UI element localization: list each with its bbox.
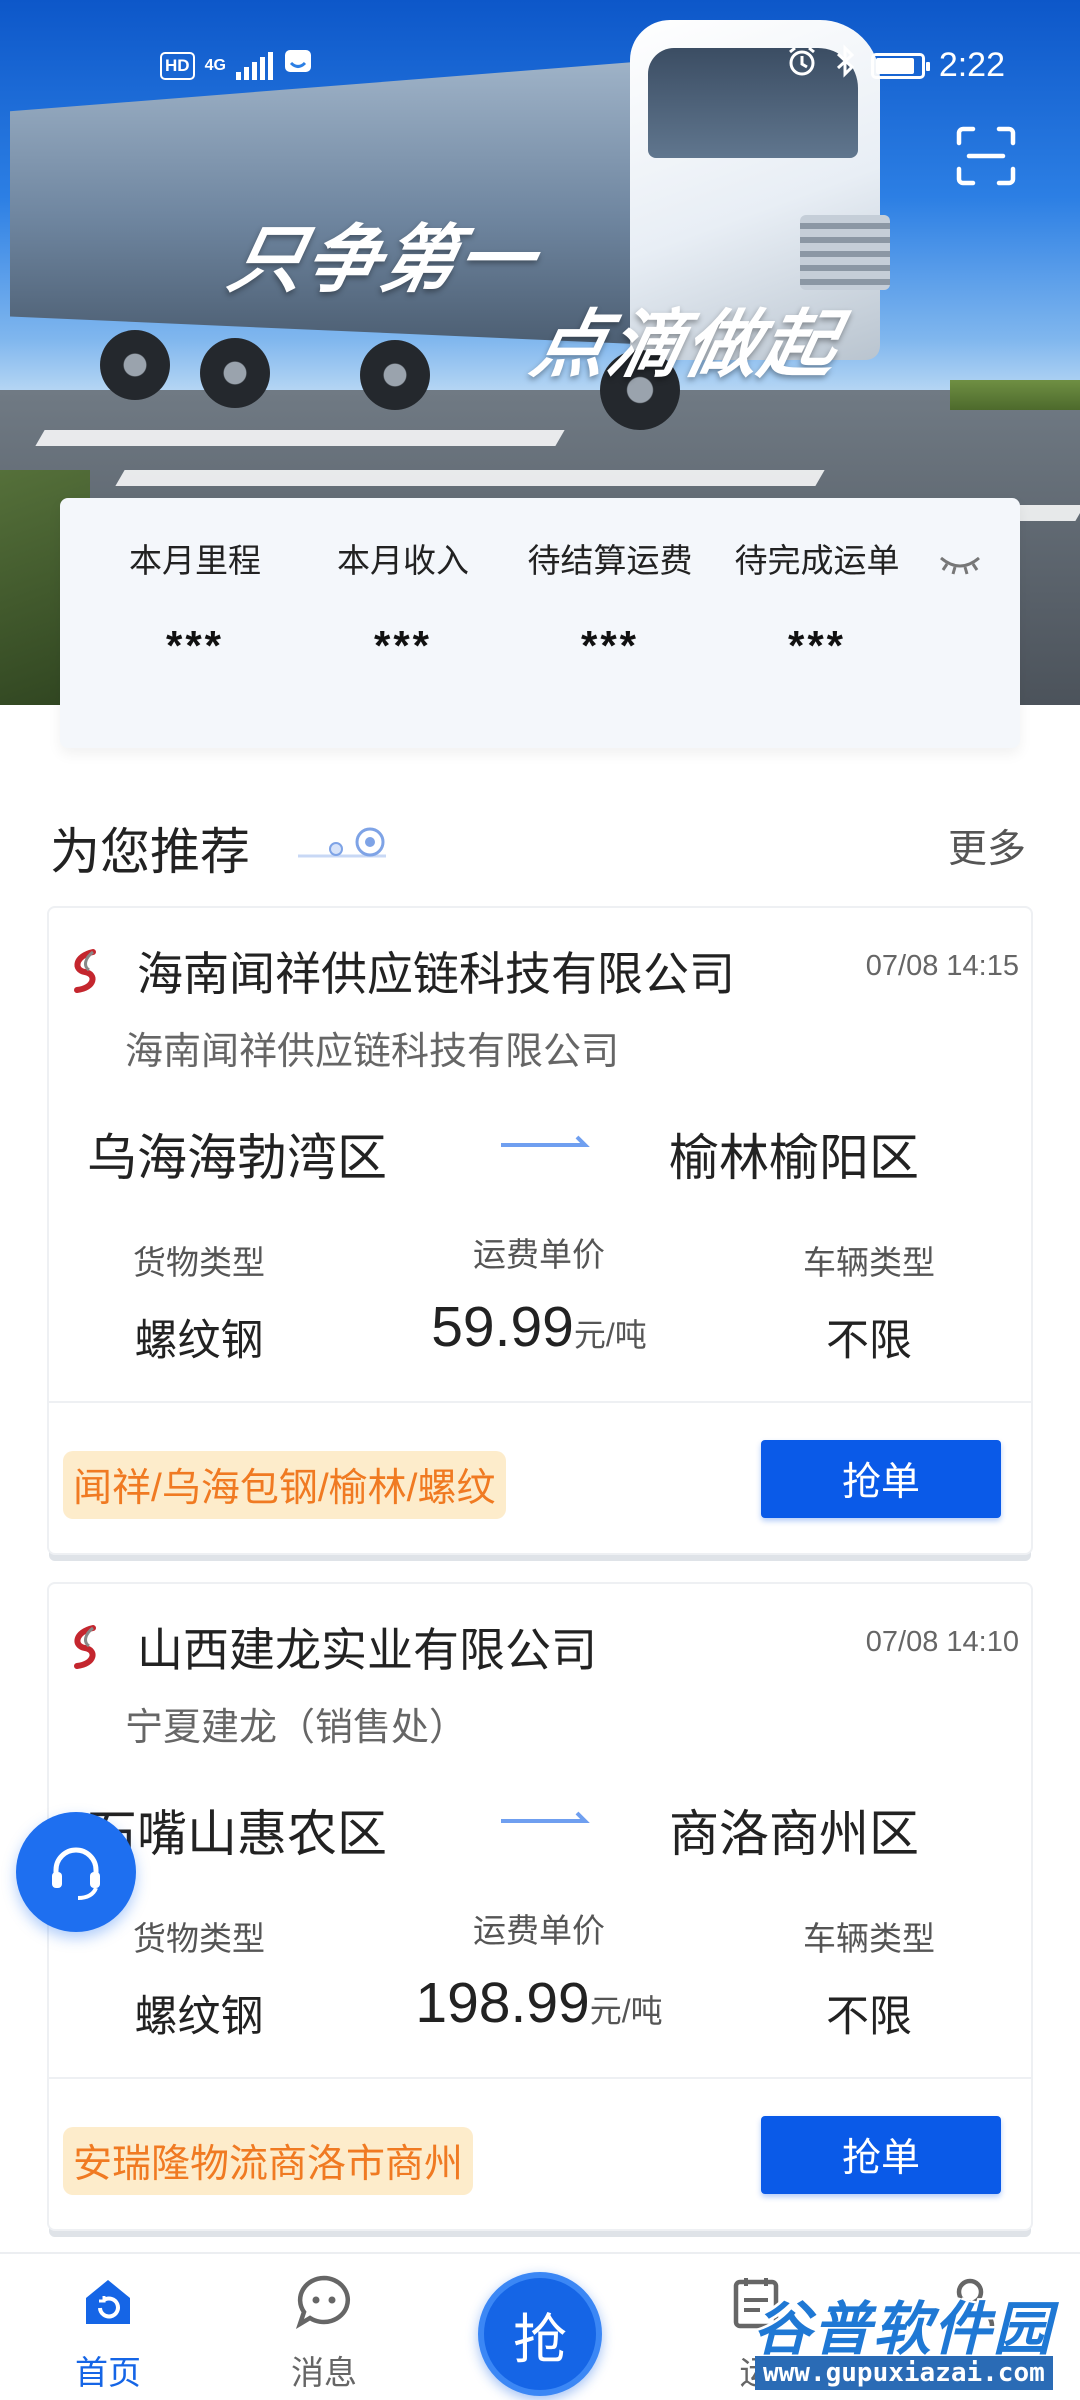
truck-wheel <box>360 340 430 410</box>
stat-monthly-mileage: 本月里程 *** <box>90 534 300 670</box>
nav-home-label: 首页 <box>75 2354 141 2391</box>
status-bar: HD 4G 2:22 <box>0 40 1080 90</box>
truck-wheel <box>100 330 170 400</box>
stat-value: *** <box>580 622 640 669</box>
cargo-type: 货物类型 螺纹钢 <box>109 1236 289 1368</box>
stat-value: *** <box>165 622 225 669</box>
message-icon <box>294 2272 354 2332</box>
road-stripe <box>35 430 565 446</box>
stat-value: *** <box>787 622 847 669</box>
alarm-icon <box>785 44 819 87</box>
card-divider <box>49 1401 1031 1403</box>
headset-icon <box>52 1847 100 1900</box>
cargo-type-label: 货物类型 <box>133 1920 265 1957</box>
grab-order-button[interactable]: 抢单 <box>761 2116 1001 2194</box>
cargo-type-label: 货物类型 <box>133 1244 265 1281</box>
nav-home[interactable]: 首页 <box>38 2272 178 2394</box>
cargo-type: 货物类型 螺纹钢 <box>109 1912 289 2044</box>
signal-icon <box>235 51 273 80</box>
vehicle-type-label: 车辆类型 <box>803 1244 935 1281</box>
stat-label: 待完成运单 <box>734 542 900 579</box>
vehicle-type-value: 不限 <box>826 1993 912 2041</box>
bluetooth-icon <box>833 44 857 87</box>
vehicle-type-value: 不限 <box>826 1317 912 1365</box>
route-destination: 商洛商州区 <box>669 1806 919 1862</box>
freight-price-label: 运费单价 <box>473 1236 605 1273</box>
status-bar-right: 2:22 <box>785 44 1005 87</box>
vehicle-type: 车辆类型 不限 <box>779 1236 959 1368</box>
route-origin: 乌海海勃湾区 <box>87 1130 387 1186</box>
company-name: 海南闻祥供应链科技有限公司 <box>137 948 735 1000</box>
cargo-type-value: 螺纹钢 <box>134 1993 264 2041</box>
truck-grille <box>800 215 890 290</box>
freight-price: 运费单价 198.99元/吨 <box>389 1904 689 2036</box>
grass <box>950 380 1080 410</box>
more-link[interactable]: 更多 <box>948 818 1026 874</box>
route-tag: 安瑞隆物流商洛市商州 <box>63 2127 474 2195</box>
customer-service-button[interactable] <box>16 1812 136 1932</box>
clock-time: 2:22 <box>938 46 1005 84</box>
hd-indicator: HD <box>160 51 195 80</box>
scan-icon[interactable] <box>955 125 1017 187</box>
stat-label: 待结算运费 <box>527 542 693 579</box>
banner-slogan-line2: 点滴做起 <box>524 302 847 388</box>
sub-company-name: 宁夏建龙（销售处） <box>125 1707 468 1749</box>
huawei-share-icon <box>283 46 313 85</box>
stat-label: 本月里程 <box>129 542 261 579</box>
stat-value: *** <box>373 622 433 669</box>
truck-deco-icon <box>296 822 388 862</box>
road-stripe <box>115 470 825 486</box>
route-tag: 闻祥/乌海包钢/榆林/螺纹 <box>63 1451 506 1519</box>
grab-order-button[interactable]: 抢单 <box>761 1440 1001 1518</box>
nav-messages[interactable]: 消息 <box>254 2272 394 2394</box>
company-logo-icon <box>67 1624 105 1670</box>
order-card[interactable]: 山西建龙实业有限公司 07/08 14:10 宁夏建龙（销售处） 石嘴山惠农区 … <box>49 1584 1031 2229</box>
stat-monthly-income: 本月收入 *** <box>298 534 508 670</box>
company-row: 海南闻祥供应链科技有限公司 <box>67 938 735 1004</box>
freight-price: 运费单价 59.99元/吨 <box>389 1228 689 1360</box>
freight-price-label: 运费单价 <box>473 1912 605 1949</box>
freight-price-unit: 元/吨 <box>573 1317 647 1353</box>
vehicle-type-label: 车辆类型 <box>803 1920 935 1957</box>
network-type: 4G <box>204 56 226 74</box>
banner-slogan-line1: 只争第一 <box>221 217 544 303</box>
stat-pending-freight: 待结算运费 *** <box>505 534 715 670</box>
order-card[interactable]: 海南闻祥供应链科技有限公司 07/08 14:15 海南闻祥供应链科技有限公司 … <box>49 908 1031 1553</box>
company-logo-icon <box>67 948 105 994</box>
home-icon <box>78 2272 138 2332</box>
card-divider <box>49 2077 1031 2079</box>
route-arrow-icon <box>499 1809 591 1829</box>
sub-company-name: 海南闻祥供应链科技有限公司 <box>125 1031 620 1073</box>
center-grab-button[interactable]: 抢 <box>478 2272 602 2396</box>
company-row: 山西建龙实业有限公司 <box>67 1614 597 1680</box>
site-watermark: 谷普软件园 www.gupuxiazai.com <box>735 2282 1080 2400</box>
order-time: 07/08 14:10 <box>865 1626 1019 1658</box>
truck-wheel <box>200 338 270 408</box>
route-arrow-icon <box>499 1133 591 1153</box>
stat-label: 本月收入 <box>337 542 469 579</box>
vehicle-type: 车辆类型 不限 <box>779 1912 959 2044</box>
eye-closed-icon[interactable] <box>935 548 985 578</box>
watermark-url: www.gupuxiazai.com <box>755 2356 1053 2390</box>
stat-pending-waybills: 待完成运单 *** <box>712 534 922 670</box>
cargo-type-value: 螺纹钢 <box>134 1317 264 1365</box>
watermark-title: 谷普软件园 <box>753 2295 1054 2363</box>
section-title: 为您推荐 <box>50 824 250 880</box>
freight-price-value: 59.99 <box>431 1295 574 1359</box>
route-destination: 榆林榆阳区 <box>669 1130 919 1186</box>
status-bar-left: HD 4G <box>160 46 313 85</box>
nav-messages-label: 消息 <box>291 2354 357 2391</box>
company-name: 山西建龙实业有限公司 <box>137 1624 597 1676</box>
monthly-stats-card: 本月里程 *** 本月收入 *** 待结算运费 *** 待完成运单 *** <box>60 498 1020 748</box>
freight-price-value: 198.99 <box>415 1971 590 2035</box>
freight-price-unit: 元/吨 <box>589 1993 663 2029</box>
order-time: 07/08 14:15 <box>865 950 1019 982</box>
battery-icon <box>870 52 930 79</box>
